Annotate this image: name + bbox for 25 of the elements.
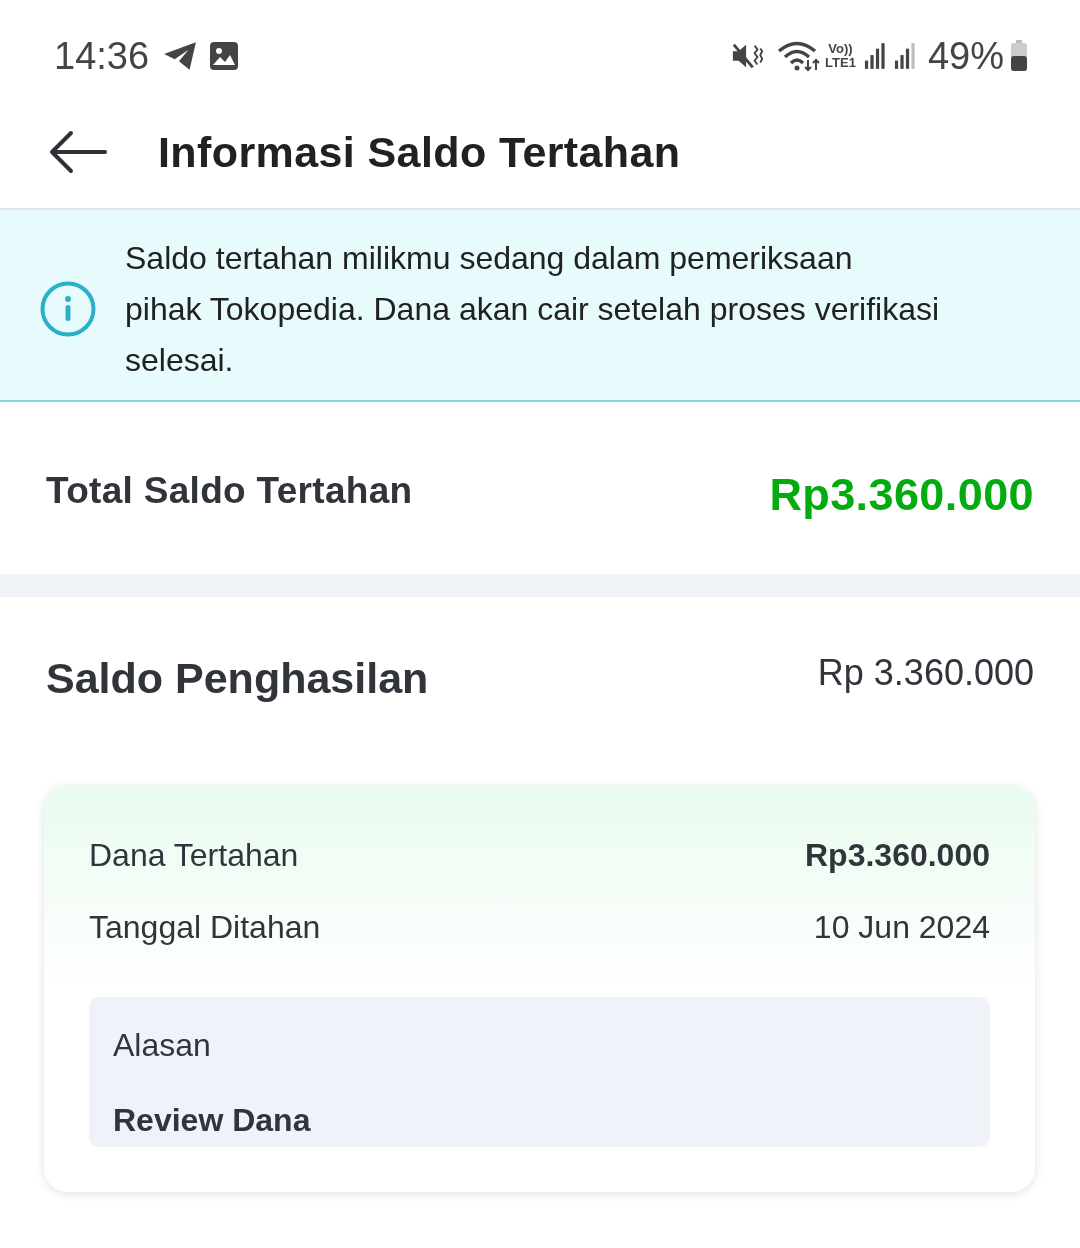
total-amount: Rp3.360.000 [769,469,1034,521]
battery-percentage: 49% [927,34,1004,78]
total-label: Total Saldo Tertahan [46,470,413,512]
reason-label: Alasan [113,1027,211,1064]
reason-value: Review Dana [113,1102,311,1139]
detail-value: Rp3.360.000 [805,836,990,874]
mute-vibrate-icon [731,41,766,71]
signal-icon [893,42,916,70]
back-arrow-icon [49,130,107,174]
section-title: Saldo Penghasilan [46,653,429,703]
battery-icon [1010,40,1028,72]
page-title: Informasi Saldo Tertahan [158,127,681,177]
volte-indicator: Vo)) LTE1 [825,42,856,70]
status-time: 14:36 [54,34,150,78]
section-amount: Rp 3.360.000 [817,652,1034,694]
paper-plane-icon [163,41,198,71]
signal-icon [863,42,886,70]
detail-label: Dana Tertahan [89,836,299,874]
detail-value: 10 Jun 2024 [813,908,990,946]
wifi-icon [777,40,822,72]
detail-label: Tanggal Ditahan [89,908,321,946]
back-button[interactable] [49,130,107,174]
info-icon [40,281,96,337]
image-icon [209,41,240,71]
info-message: Saldo tertahan milikmu sedang dalam pemeriksaan pihak Tokopedia. Dana akan cair setelah proses verifikasi selesai. [125,238,941,380]
